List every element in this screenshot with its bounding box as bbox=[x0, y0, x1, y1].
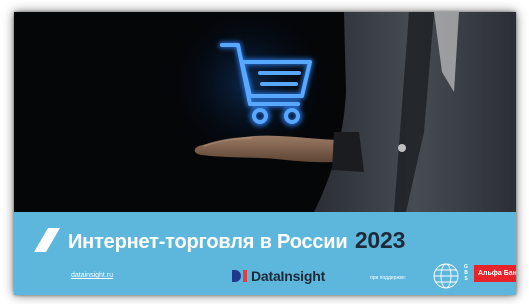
globe-icon bbox=[433, 263, 459, 289]
brand-name: DataInsight bbox=[251, 268, 326, 284]
slash-icon bbox=[34, 228, 60, 252]
report-title: Интернет-торговля в России 2023 bbox=[68, 227, 405, 255]
gbs-logo: G B S bbox=[463, 264, 469, 282]
support-label: при поддержке: bbox=[370, 275, 407, 281]
title-text: Интернет-торговля в России bbox=[68, 231, 348, 253]
cover-banner: Интернет-торговля в России 2023 datainsi… bbox=[14, 212, 516, 295]
alfa-bank-logo: Альфа Банк bbox=[474, 265, 516, 282]
report-year: 2023 bbox=[354, 227, 406, 253]
datainsight-logo: DataInsight bbox=[232, 268, 325, 284]
cover-photo bbox=[14, 12, 516, 212]
gbs-letter: S bbox=[464, 276, 468, 282]
report-cover: Интернет-торговля в России 2023 datainsi… bbox=[14, 12, 516, 295]
site-link[interactable]: datainsight.ru bbox=[71, 272, 113, 279]
datainsight-mark-icon bbox=[232, 270, 247, 282]
